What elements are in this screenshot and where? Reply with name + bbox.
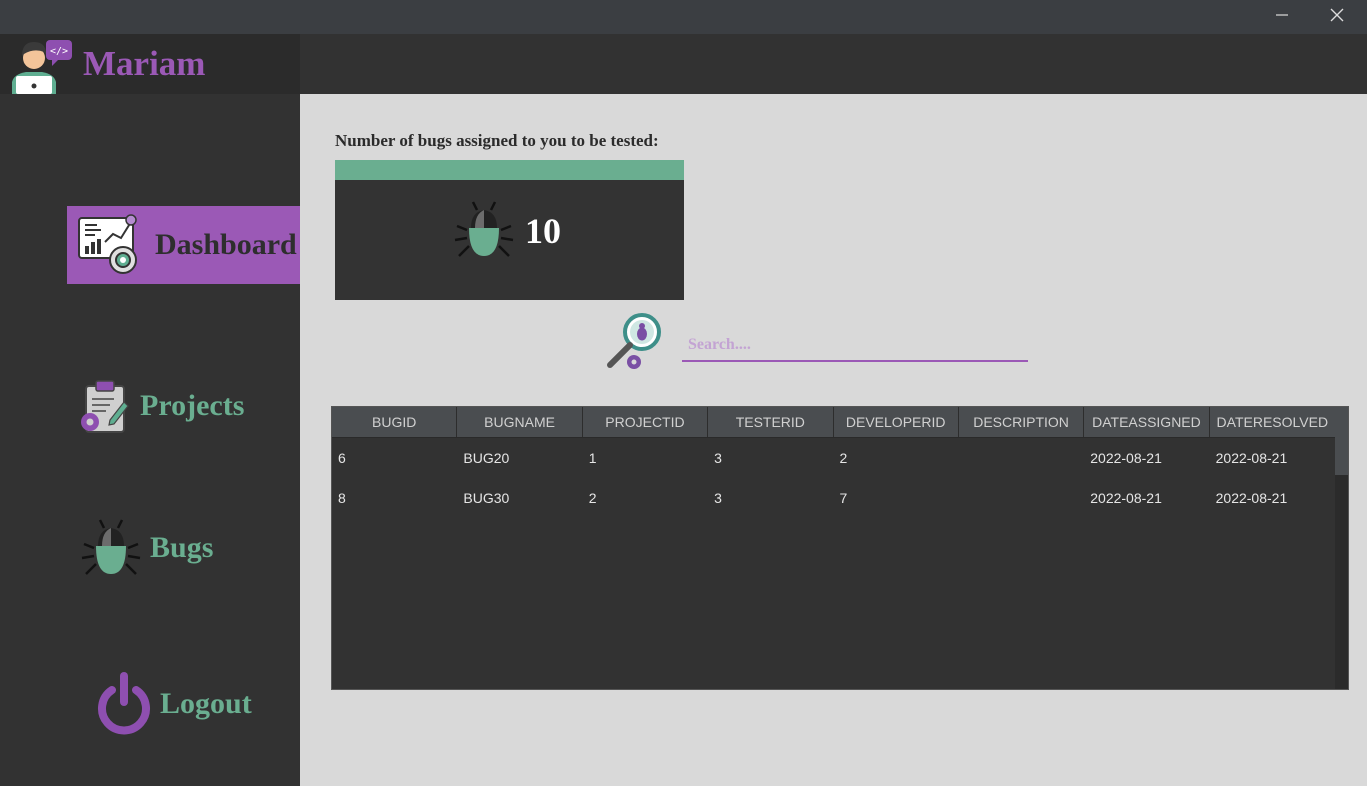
table-scrollbar[interactable] xyxy=(1335,407,1348,689)
nav-logout[interactable]: Logout xyxy=(96,672,252,736)
window-titlebar xyxy=(0,0,1367,34)
scrollbar-thumb[interactable] xyxy=(1335,407,1348,475)
nav-dashboard-label: Dashboard xyxy=(155,228,297,261)
main-content: Number of bugs assigned to you to be tes… xyxy=(300,94,1367,786)
table-row[interactable]: 6 BUG20 1 3 2 2022-08-21 2022-08-21 xyxy=(332,438,1335,478)
column-header[interactable]: TESTERID xyxy=(708,407,834,437)
nav-dashboard[interactable]: Dashboard xyxy=(67,206,300,284)
power-icon xyxy=(98,672,150,735)
table-body: 6 BUG20 1 3 2 2022-08-21 2022-08-21 8 BU… xyxy=(332,438,1335,518)
table-cell: BUG20 xyxy=(463,450,510,466)
bugs-table[interactable]: BUGID BUGNAME PROJECTID TESTERID DEVELOP… xyxy=(331,406,1349,690)
table-cell: 2 xyxy=(588,490,597,506)
bug-search-icon xyxy=(607,313,661,369)
minimize-icon xyxy=(1276,14,1288,16)
table-cell: 8 xyxy=(338,490,346,506)
developer-avatar-icon: </> xyxy=(12,40,72,94)
nav-projects-label: Projects xyxy=(140,389,245,422)
table-cell: BUG30 xyxy=(463,490,510,506)
search-input[interactable] xyxy=(682,330,1028,362)
table-cell: 3 xyxy=(714,450,722,466)
column-header[interactable]: DESCRIPTION xyxy=(959,407,1085,437)
column-header[interactable]: DATERESOLVED xyxy=(1210,407,1335,437)
dashboard-chart-icon xyxy=(78,214,137,274)
close-button[interactable] xyxy=(1314,0,1360,30)
table-cell: 2022-08-21 xyxy=(1090,450,1162,466)
nav-bugs[interactable]: Bugs xyxy=(80,518,213,578)
table-header: BUGID BUGNAME PROJECTID TESTERID DEVELOP… xyxy=(332,407,1335,438)
top-bar xyxy=(300,34,1367,94)
nav-logout-label: Logout xyxy=(160,687,252,720)
table-cell: 3 xyxy=(714,490,722,506)
table-cell: 2 xyxy=(839,450,848,466)
table-cell: 2022-08-21 xyxy=(1090,490,1162,506)
user-name: Mariam xyxy=(83,44,206,83)
table-cell: 7 xyxy=(839,490,848,506)
assigned-bugs-card: 10 xyxy=(335,160,684,300)
assigned-bugs-count: 10 xyxy=(525,211,561,251)
table-cell: 6 xyxy=(338,450,346,466)
column-header[interactable]: DATEASSIGNED xyxy=(1084,407,1210,437)
nav-bugs-label: Bugs xyxy=(150,531,214,564)
nav-projects[interactable]: Projects xyxy=(76,378,244,434)
column-header[interactable]: PROJECTID xyxy=(583,407,709,437)
column-header[interactable]: BUGID xyxy=(332,407,458,437)
user-profile: </> Mariam xyxy=(0,34,300,94)
minimize-button[interactable] xyxy=(1259,0,1305,30)
column-header[interactable]: DEVELOPERID xyxy=(834,407,959,437)
table-cell: 1 xyxy=(588,450,597,466)
svg-text:</>: </> xyxy=(50,46,68,57)
bug-icon xyxy=(454,201,514,257)
table-cell: 2022-08-21 xyxy=(1215,490,1288,506)
column-header[interactable]: BUGNAME xyxy=(457,407,583,437)
bug-icon xyxy=(81,519,141,575)
card-accent-strip xyxy=(335,160,684,180)
close-icon xyxy=(1330,8,1344,22)
table-cell: 2022-08-21 xyxy=(1215,450,1288,466)
clipboard-gear-icon xyxy=(81,380,129,433)
assigned-bugs-caption: Number of bugs assigned to you to be tes… xyxy=(335,131,659,150)
table-row[interactable]: 8 BUG30 2 3 7 2022-08-21 2022-08-21 xyxy=(332,478,1335,518)
